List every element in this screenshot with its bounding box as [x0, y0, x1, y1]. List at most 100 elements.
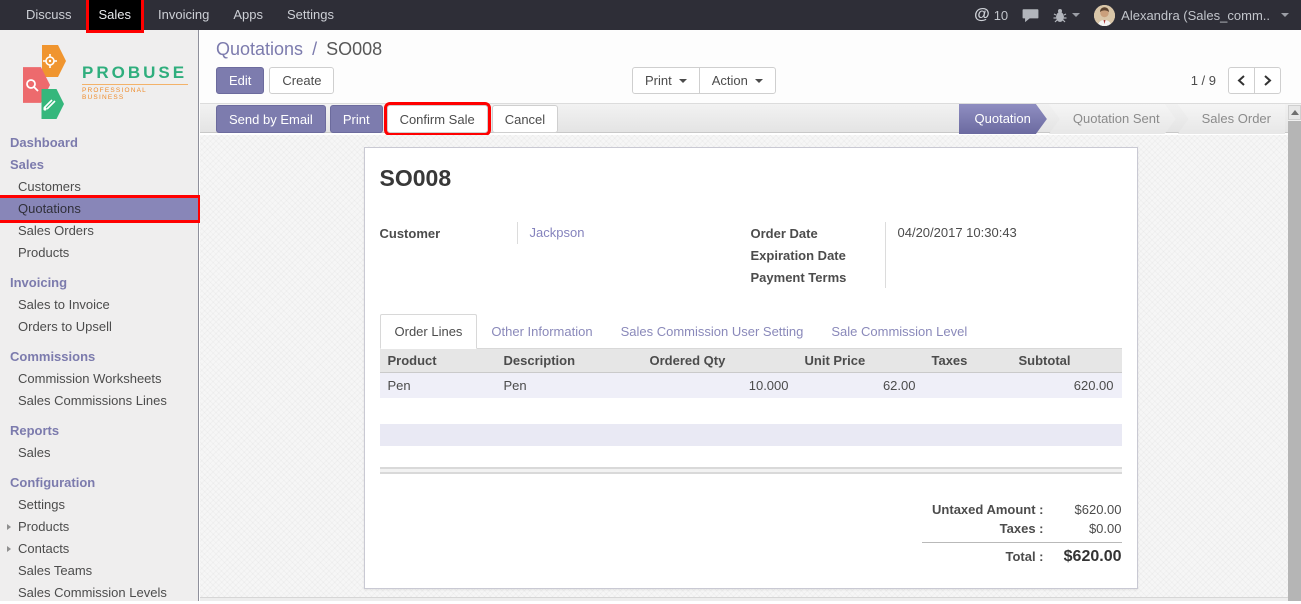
- scroll-up-button[interactable]: [1288, 105, 1301, 120]
- total-value: $620.00: [1044, 548, 1122, 566]
- sidebar-item-commission-worksheets[interactable]: Commission Worksheets: [0, 368, 198, 390]
- bottom-scroll-strip: [200, 597, 1301, 601]
- sidebar-item-orders-to-upsell[interactable]: Orders to Upsell: [0, 316, 198, 338]
- nav-item-discuss[interactable]: Discuss: [14, 0, 84, 30]
- sidebar-section-commissions[interactable]: Commissions: [0, 346, 198, 368]
- print-button[interactable]: Print: [330, 105, 383, 133]
- vertical-scrollbar[interactable]: [1288, 105, 1301, 601]
- print-dropdown-button[interactable]: Print: [632, 67, 700, 94]
- control-panel: Quotations / SO008 Edit Create Print Act…: [200, 30, 1301, 103]
- nav-item-sales[interactable]: Sales: [89, 0, 142, 30]
- at-icon: @: [974, 6, 990, 24]
- notebook-tabs: Order Lines Other Information Sales Comm…: [380, 314, 1122, 349]
- breadcrumb-quotations-link[interactable]: Quotations: [216, 39, 303, 59]
- table-header-row: Product Description Ordered Qty Unit Pri…: [380, 349, 1122, 373]
- tab-sale-commission-level[interactable]: Sale Commission Level: [817, 315, 981, 348]
- triangle-up-icon: [1291, 110, 1299, 115]
- customer-label: Customer: [380, 226, 517, 241]
- top-nav-menu: Discuss Sales Invoicing Apps Settings: [0, 0, 346, 30]
- sidebar-item-config-products[interactable]: Products: [0, 516, 198, 538]
- probuse-logo[interactable]: PROBUSE PROFESSIONAL BUSINESS: [14, 44, 188, 120]
- sidebar-section-invoicing[interactable]: Invoicing: [0, 272, 198, 294]
- sidebar-item-config-settings[interactable]: Settings: [0, 494, 198, 516]
- totals-block: Untaxed Amount : $620.00 Taxes : $0.00 T…: [922, 500, 1122, 568]
- sidebar-item-products[interactable]: Products: [0, 242, 198, 264]
- sidebar-menu: Dashboard Sales Customers Quotations Sal…: [0, 130, 198, 604]
- expiration-date-label: Expiration Date: [751, 248, 885, 263]
- sidebar-item-sales-orders[interactable]: Sales Orders: [0, 220, 198, 242]
- sidebar-item-sales-commissions-lines[interactable]: Sales Commissions Lines: [0, 390, 198, 412]
- col-description: Description: [496, 349, 642, 373]
- breadcrumb: Quotations / SO008: [216, 39, 382, 60]
- field-group-right: Order Date 04/20/2017 10:30:43 Expiratio…: [751, 222, 1122, 288]
- nav-item-invoicing[interactable]: Invoicing: [146, 0, 221, 30]
- action-dropdown-button[interactable]: Action: [699, 67, 776, 94]
- debug-bug-icon[interactable]: [1053, 8, 1080, 23]
- cell-description: Pen: [496, 373, 642, 399]
- probuse-logo-hexagons: [14, 44, 76, 120]
- status-quotation-sent[interactable]: Quotation Sent: [1049, 104, 1176, 134]
- scrollbar-thumb[interactable]: [1288, 121, 1301, 601]
- create-button[interactable]: Create: [269, 67, 334, 94]
- cell-ordered-qty: 10.000: [642, 373, 797, 399]
- total-label: Total :: [1005, 549, 1043, 564]
- logo-subtitle: PROFESSIONAL BUSINESS: [82, 84, 188, 101]
- cell-unit-price: 62.00: [797, 373, 924, 399]
- inbox-count: 10: [994, 8, 1008, 23]
- user-name: Alexandra (Sales_comm..: [1121, 8, 1270, 23]
- table-row[interactable]: Pen Pen 10.000 62.00 620.00: [380, 373, 1122, 399]
- pager: 1 / 9: [1191, 67, 1281, 94]
- sidebar-section-configuration[interactable]: Configuration: [0, 472, 198, 494]
- send-by-email-button[interactable]: Send by Email: [216, 105, 326, 133]
- chat-bubble-icon[interactable]: [1022, 8, 1039, 23]
- user-menu[interactable]: Alexandra (Sales_comm..: [1094, 5, 1289, 26]
- nav-item-settings[interactable]: Settings: [275, 0, 346, 30]
- status-sales-order[interactable]: Sales Order: [1178, 104, 1285, 134]
- taxes-label: Taxes :: [1000, 521, 1044, 536]
- sidebar-item-config-contacts[interactable]: Contacts: [0, 538, 198, 560]
- sidebar-item-quotations[interactable]: Quotations: [0, 198, 198, 220]
- col-unit-price: Unit Price: [797, 349, 924, 373]
- chevron-down-icon: [1281, 13, 1289, 17]
- edit-button[interactable]: Edit: [216, 67, 264, 94]
- status-quotation[interactable]: Quotation: [959, 104, 1047, 134]
- taxes-value: $0.00: [1044, 521, 1122, 536]
- tab-sales-commission-user-setting[interactable]: Sales Commission User Setting: [607, 315, 818, 348]
- expiration-date-value: [885, 244, 1122, 266]
- sidebar-section-sales[interactable]: Sales: [0, 154, 198, 176]
- order-fields: Customer Jackpson Order Date 04/20/2017 …: [380, 222, 1122, 288]
- tab-other-information[interactable]: Other Information: [477, 315, 606, 348]
- control-panel-dropdowns: Print Action: [632, 67, 776, 94]
- breadcrumb-separator: /: [312, 39, 317, 59]
- cell-taxes: [924, 373, 1011, 399]
- probuse-logo-text: PROBUSE PROFESSIONAL BUSINESS: [82, 63, 188, 101]
- nav-item-apps[interactable]: Apps: [221, 0, 275, 30]
- empty-section-strip: [380, 424, 1122, 446]
- untaxed-amount-label: Untaxed Amount :: [932, 502, 1043, 517]
- sidebar-item-sales-to-invoice[interactable]: Sales to Invoice: [0, 294, 198, 316]
- payment-terms-value: [885, 266, 1122, 288]
- pager-previous-button[interactable]: [1228, 67, 1255, 94]
- confirm-sale-button[interactable]: Confirm Sale: [387, 105, 488, 133]
- sidebar-item-customers[interactable]: Customers: [0, 176, 198, 198]
- main-content: Quotations / SO008 Edit Create Print Act…: [200, 30, 1301, 601]
- sidebar-section-dashboard[interactable]: Dashboard: [0, 132, 198, 154]
- top-navbar: Discuss Sales Invoicing Apps Settings @ …: [0, 0, 1301, 30]
- sidebar-item-reports-sales[interactable]: Sales: [0, 442, 198, 464]
- pager-counter: 1 / 9: [1191, 73, 1216, 88]
- tab-order-lines[interactable]: Order Lines: [380, 314, 478, 349]
- print-dropdown-label: Print: [645, 73, 672, 88]
- field-group-left: Customer Jackpson: [380, 222, 751, 288]
- customer-value-link[interactable]: Jackpson: [517, 222, 751, 244]
- pager-next-button[interactable]: [1254, 67, 1281, 94]
- col-subtotal: Subtotal: [1011, 349, 1122, 373]
- sidebar-section-reports[interactable]: Reports: [0, 420, 198, 442]
- order-date-value: 04/20/2017 10:30:43: [885, 222, 1122, 244]
- form-action-buttons: Send by Email Print Confirm Sale Cancel: [216, 104, 558, 134]
- order-date-label: Order Date: [751, 226, 885, 241]
- sidebar-item-sales-teams[interactable]: Sales Teams: [0, 560, 198, 582]
- inbox-counter[interactable]: @ 10: [974, 6, 1008, 24]
- cancel-button[interactable]: Cancel: [492, 105, 558, 133]
- order-title: SO008: [380, 165, 1122, 192]
- untaxed-amount-value: $620.00: [1044, 502, 1122, 517]
